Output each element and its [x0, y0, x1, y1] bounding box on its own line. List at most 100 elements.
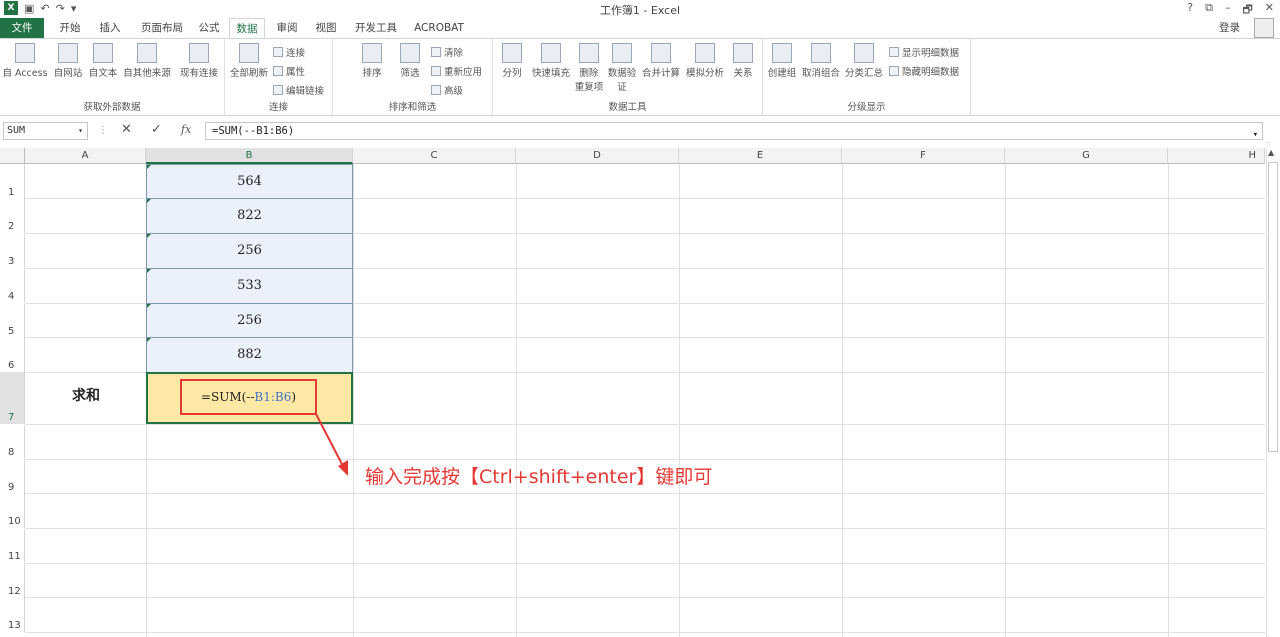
from-other-sources-button[interactable]: 自其他来源	[120, 43, 174, 79]
group-sort-filter: 排序 筛选 清除 重新应用 高级 排序和筛选	[333, 39, 493, 115]
reapply-button[interactable]: 重新应用	[431, 64, 482, 78]
formula-bar: SUM ▾ ⋮ ✕ ✓ fx =SUM(--B1:B6) ▾	[0, 120, 1280, 142]
formula-highlight-box: =SUM(--B1:B6)	[180, 379, 317, 415]
column-header-e[interactable]: E	[679, 148, 842, 164]
column-header-d[interactable]: D	[516, 148, 679, 164]
row-header-8[interactable]: 8	[0, 425, 25, 459]
row-header-5[interactable]: 5	[0, 304, 25, 338]
tab-formulas[interactable]: 公式	[194, 18, 224, 38]
error-indicator-icon	[147, 199, 151, 203]
consolidate-button[interactable]: 合并计算	[639, 43, 683, 79]
cell-b4[interactable]: 533	[146, 268, 353, 304]
error-indicator-icon	[147, 269, 151, 273]
cell-b5[interactable]: 256	[146, 303, 353, 338]
tab-view[interactable]: 视图	[309, 18, 343, 38]
text-to-columns-button[interactable]: 分列	[497, 43, 527, 79]
column-header-c[interactable]: C	[353, 148, 516, 164]
from-web-button[interactable]: 自网站	[50, 43, 86, 79]
from-access-button[interactable]: 自 Access	[2, 43, 48, 79]
tab-home[interactable]: 开始	[52, 18, 88, 38]
annotation-arrow-icon	[315, 413, 348, 476]
edit-links-icon	[273, 85, 283, 95]
subtotal-button[interactable]: 分类汇总	[843, 43, 885, 79]
other-sources-icon	[137, 43, 157, 63]
row-header-1[interactable]: 1	[0, 164, 25, 199]
cell-b3[interactable]: 256	[146, 233, 353, 269]
edit-links-button[interactable]: 编辑链接	[273, 83, 324, 97]
excel-window: X ▣ ↶ ↷ ▾ 工作簿1 - Excel ? ⧉ – 🗗 ✕ 文件 开始 插…	[0, 0, 1280, 637]
column-header-b[interactable]: B	[146, 148, 353, 164]
enter-icon[interactable]: ✓	[151, 122, 162, 137]
scroll-thumb[interactable]	[1268, 162, 1278, 452]
vertical-scrollbar[interactable]: ▲	[1266, 148, 1278, 637]
tab-page-layout[interactable]: 页面布局	[134, 18, 190, 38]
sort-button[interactable]: 排序	[357, 43, 387, 79]
refresh-all-button[interactable]: 全部刷新	[227, 43, 271, 79]
row-header-13[interactable]: 13	[0, 598, 25, 632]
row-header-7[interactable]: 7	[0, 372, 25, 424]
expand-formula-icon[interactable]: ▾	[1253, 127, 1258, 143]
chevron-down-icon[interactable]: ▾	[78, 123, 83, 139]
from-text-button[interactable]: 自文本	[86, 43, 120, 79]
error-indicator-icon	[147, 165, 151, 169]
error-indicator-icon	[147, 338, 151, 342]
column-header-h[interactable]: H	[1168, 148, 1265, 164]
tab-review[interactable]: 审阅	[270, 18, 304, 38]
name-box[interactable]: SUM ▾	[3, 122, 88, 140]
formula-input[interactable]: =SUM(--B1:B6) ▾	[205, 122, 1263, 140]
cell-b6[interactable]: 882	[146, 337, 353, 373]
error-indicator-icon	[147, 234, 151, 238]
tab-file[interactable]: 文件	[0, 18, 44, 38]
row-header-10[interactable]: 10	[0, 494, 25, 528]
relationships-button[interactable]: 关系	[729, 43, 757, 79]
row-header-9[interactable]: 9	[0, 460, 25, 494]
column-header-g[interactable]: G	[1005, 148, 1168, 164]
properties-button[interactable]: 属性	[273, 64, 305, 78]
column-header-a[interactable]: A	[25, 148, 146, 164]
hide-detail-button[interactable]: 隐藏明细数据	[889, 64, 959, 78]
properties-icon	[273, 66, 283, 76]
filter-button[interactable]: 筛选	[395, 43, 425, 79]
clear-button[interactable]: 清除	[431, 45, 463, 59]
tab-insert[interactable]: 插入	[92, 18, 128, 38]
gridline	[353, 164, 354, 637]
gridline	[25, 424, 1265, 425]
cell-a7[interactable]: 求和	[26, 372, 146, 424]
show-detail-button[interactable]: 显示明细数据	[889, 45, 959, 59]
scroll-up-icon[interactable]: ▲	[1268, 148, 1274, 157]
group-button[interactable]: 创建组	[765, 43, 799, 79]
login-link[interactable]: 登录	[1219, 18, 1240, 38]
avatar[interactable]	[1254, 18, 1274, 38]
tab-acrobat[interactable]: ACROBAT	[410, 18, 468, 38]
row-header-12[interactable]: 12	[0, 564, 25, 598]
ungroup-button[interactable]: 取消组合	[799, 43, 843, 79]
data-validation-button[interactable]: 数据验 证	[605, 43, 639, 93]
tab-data[interactable]: 数据	[229, 18, 265, 39]
relationships-icon	[733, 43, 753, 63]
row-header-11[interactable]: 11	[0, 529, 25, 563]
gridline	[25, 459, 1265, 460]
what-if-analysis-button[interactable]: 模拟分析	[683, 43, 727, 79]
hide-detail-icon	[889, 66, 899, 76]
tab-developer[interactable]: 开发工具	[349, 18, 403, 38]
worksheet-grid: A B C D E F G H 1 2 3 4 5 6 7 8 9 10 11 …	[0, 148, 1280, 637]
connections-icon	[189, 43, 209, 63]
cancel-icon[interactable]: ✕	[121, 122, 132, 137]
cell-b1[interactable]: 564	[146, 164, 353, 199]
column-header-f[interactable]: F	[842, 148, 1005, 164]
cell-b2[interactable]: 822	[146, 198, 353, 234]
select-all-corner[interactable]	[0, 148, 25, 164]
insert-function-icon[interactable]: fx	[181, 123, 191, 136]
row-header-4[interactable]: 4	[0, 269, 25, 303]
group-connections: 全部刷新 连接 属性 编辑链接 连接	[225, 39, 333, 115]
connections-button[interactable]: 连接	[273, 45, 305, 59]
existing-connections-button[interactable]: 现有连接	[177, 43, 221, 79]
row-header-6[interactable]: 6	[0, 338, 25, 372]
remove-duplicates-button[interactable]: 删除 重复项	[573, 43, 605, 93]
group-label: 数据工具	[608, 102, 647, 113]
advanced-button[interactable]: 高级	[431, 83, 463, 97]
row-header-3[interactable]: 3	[0, 234, 25, 268]
validation-icon	[612, 43, 632, 63]
flash-fill-button[interactable]: 快速填充	[529, 43, 573, 79]
row-header-2[interactable]: 2	[0, 199, 25, 233]
